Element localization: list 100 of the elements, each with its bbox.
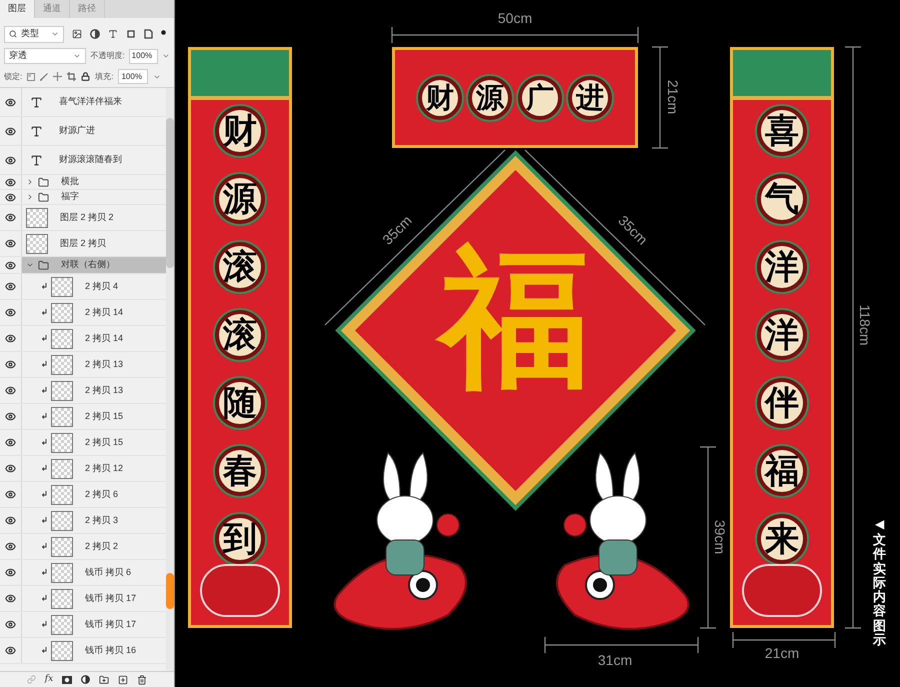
clip-arrow-icon [42,621,47,628]
scrollbar-thumb[interactable] [166,118,174,268]
lock-icon[interactable] [81,72,90,81]
expand-caret-icon[interactable] [26,178,34,186]
layer-thumbnail [51,536,73,556]
eye-icon[interactable] [5,541,16,552]
eye-icon[interactable] [5,281,16,292]
eye-icon[interactable] [5,176,16,188]
character-medallion: 财 [215,106,265,156]
adjustment-filter-icon[interactable] [90,29,100,39]
trash-icon[interactable] [137,674,148,684]
eye-icon[interactable] [5,154,16,166]
layer-name: 钱币 拷贝 16 [85,644,136,657]
layer-row[interactable]: 钱币 拷贝 17 [0,586,166,612]
effects-button[interactable]: fx [44,672,54,686]
text-filter-icon[interactable] [108,29,118,39]
layer-row[interactable]: 2 拷贝 15 [0,430,166,456]
panel-tab[interactable]: 图层 [0,0,35,18]
layer-row[interactable]: 2 拷贝 15 [0,404,166,430]
eye-icon[interactable] [5,593,16,604]
layer-row[interactable]: 2 拷贝 13 [0,352,166,378]
eye-icon[interactable] [5,489,16,500]
layer-row[interactable]: 财源滚滚随春到 [0,146,166,175]
layer-name: 福字 [61,190,79,204]
caret-icon[interactable] [162,52,170,60]
eye-icon[interactable] [5,645,16,656]
expand-caret-icon[interactable] [26,261,34,269]
fill-field[interactable]: 100% [118,69,148,84]
eye-icon[interactable] [5,567,16,578]
new-layer-icon[interactable] [118,674,128,684]
move-icon[interactable] [53,72,62,81]
layer-row[interactable]: 钱币 拷贝 16 [0,638,166,664]
image-filter-icon[interactable] [72,29,82,39]
layer-row[interactable]: 2 拷贝 12 [0,456,166,482]
eye-icon[interactable] [5,385,16,396]
eye-icon[interactable] [5,619,16,630]
crop-icon[interactable] [67,72,76,81]
dimension-label: 21cm [762,646,802,660]
clip-arrow-icon [42,543,47,550]
eye-icon[interactable] [5,411,16,422]
eye-icon[interactable] [5,359,16,370]
expand-caret-icon[interactable] [26,193,34,201]
eye-icon[interactable] [5,463,16,474]
layer-row[interactable]: 横批 [0,175,166,190]
layer-row[interactable]: 2 拷贝 3 [0,508,166,534]
layer-row[interactable]: 对联（右侧） [0,257,166,274]
layer-thumbnail [51,614,73,634]
layer-name: 2 拷贝 13 [85,358,124,371]
layer-name: 2 拷贝 14 [85,332,124,345]
layer-row[interactable]: 2 拷贝 14 [0,326,166,352]
opacity-field[interactable]: 100% [128,48,158,64]
layer-row[interactable]: 2 拷贝 4 [0,274,166,300]
character-medallion: 源 [215,174,265,224]
layer-row[interactable]: 图层 2 拷贝 [0,231,166,257]
character-medallion: 气 [757,174,807,224]
layer-thumbnail [51,562,73,582]
layer-name: 图层 2 拷贝 2 [60,210,114,224]
scrollbar[interactable] [166,88,174,671]
eye-icon[interactable] [5,333,16,344]
mask-icon[interactable] [62,676,72,684]
adjustment-icon[interactable] [81,675,90,684]
layer-row[interactable]: 2 拷贝 13 [0,378,166,404]
layer-row[interactable]: 2 拷贝 6 [0,482,166,508]
eye-icon[interactable] [5,238,16,249]
clip-arrow-icon [42,309,47,316]
brush-icon[interactable] [40,72,48,80]
layer-thumbnail [51,484,73,504]
layer-row[interactable]: 2 拷贝 14 [0,300,166,326]
layer-row[interactable]: 2 拷贝 2 [0,534,166,560]
layer-name: 2 拷贝 12 [85,462,124,475]
eye-icon[interactable] [5,307,16,318]
filter-dropdown[interactable]: 类型 [4,26,64,42]
layer-row[interactable]: 图层 2 拷贝 2 [0,205,166,231]
layer-row[interactable]: 钱币 拷贝 17 [0,612,166,638]
eye-icon[interactable] [5,260,16,270]
eye-icon[interactable] [5,515,16,526]
clip-arrow-icon [42,491,47,498]
layer-name: 2 拷贝 6 [85,488,118,501]
eye-icon[interactable] [5,192,16,202]
layer-name: 财源滚滚随春到 [59,153,122,166]
eye-icon[interactable] [5,212,16,223]
new-group-icon[interactable] [99,674,110,684]
blend-mode-dropdown[interactable]: 穿透 [4,48,86,64]
character-medallion: 伴 [757,378,807,428]
layer-thumbnail [26,208,48,228]
eye-icon[interactable] [5,437,16,448]
character-medallion: 春 [215,446,265,496]
layer-row[interactable]: 福字 [0,190,166,205]
shape-filter-icon[interactable] [126,29,136,39]
layer-row[interactable]: 财源广进 [0,117,166,146]
smart-object-filter-icon[interactable] [144,29,153,39]
character-medallion: 洋 [757,310,807,360]
layer-row[interactable]: 钱币 拷贝 6 [0,560,166,586]
eye-icon[interactable] [5,96,16,108]
layer-row[interactable]: 喜气洋洋伴福来 [0,88,166,117]
eye-icon[interactable] [5,126,16,136]
lock-transparency-icon[interactable] [27,72,36,80]
character-medallion: 随 [215,378,265,428]
filter-value: 类型 [21,27,39,40]
clip-arrow-icon [42,361,47,368]
